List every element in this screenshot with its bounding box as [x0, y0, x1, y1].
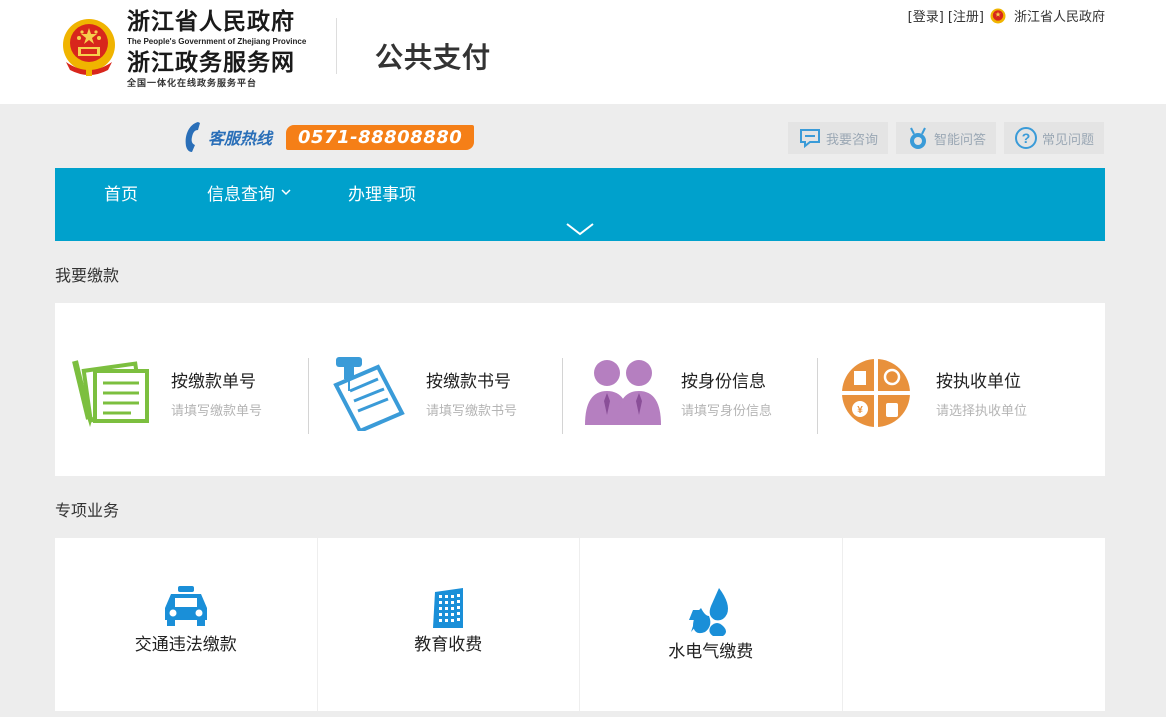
- option-divider: [562, 358, 563, 434]
- pay-by-bill-number-title: 按缴款单号: [171, 372, 256, 392]
- chat-icon: [799, 129, 820, 149]
- header: 浙江省人民政府 The People's Government of Zheji…: [0, 0, 1166, 104]
- special-services: 交通违法缴款 教育收费 水电气缴费: [55, 538, 1105, 711]
- portal-slogan: 全国一体化在线政务服务平台: [127, 79, 258, 89]
- option-divider: [817, 358, 818, 434]
- robot-icon: [909, 127, 926, 149]
- gov-name-cn: 浙江省人民政府: [127, 8, 295, 35]
- consult-button[interactable]: 我要咨询: [787, 122, 888, 154]
- portal-name: 浙江政务服务网: [127, 49, 295, 76]
- consult-label: 我要咨询: [825, 132, 878, 148]
- pay-by-identity-title: 按身份信息: [681, 372, 766, 392]
- education-fee-label: 教育收费: [414, 635, 483, 655]
- nav-home-label: 首页: [104, 185, 138, 205]
- utilities-payment[interactable]: 水电气缴费: [580, 538, 843, 711]
- payment-section-title: 我要缴款: [55, 266, 120, 285]
- help-links: 我要咨询 智能问答 ? 常见问题: [780, 122, 1104, 154]
- faq-label: 常见问题: [1041, 132, 1094, 148]
- region-link[interactable]: 浙江省人民政府: [1014, 6, 1105, 25]
- phone-icon: [185, 122, 200, 152]
- top-links: [登录] [注册] 浙江省人民政府: [904, 6, 1105, 25]
- pinned-document-icon: [333, 357, 405, 431]
- utilities-icon: [688, 588, 728, 636]
- national-emblem-icon[interactable]: [60, 16, 118, 78]
- pay-by-identity[interactable]: 按身份信息 请填写身份信息: [581, 353, 772, 433]
- pay-by-notice-number-title: 按缴款书号: [426, 372, 511, 392]
- header-divider: [336, 18, 337, 74]
- hotline-number: 0571-88808880: [286, 124, 475, 150]
- svg-text:¥: ¥: [857, 405, 863, 416]
- traffic-fine-label: 交通违法缴款: [134, 635, 237, 655]
- pay-by-notice-number-hint: 请填写缴款书号: [426, 404, 518, 419]
- site-title: 公共支付: [375, 41, 492, 74]
- portal-brand[interactable]: 浙江省人民政府 The People's Government of Zheji…: [127, 8, 327, 90]
- pay-by-collecting-agency-hint: 请选择执收单位: [936, 404, 1028, 419]
- pay-by-notice-number[interactable]: 按缴款书号 请填写缴款书号: [326, 353, 517, 433]
- emblem-icon: [990, 8, 1006, 23]
- smart-qa-label: 智能问答: [933, 132, 986, 148]
- hotline: 客服热线 0571-88808880: [180, 118, 475, 156]
- chevron-down-icon: [281, 189, 291, 196]
- login-link[interactable]: [登录]: [908, 6, 944, 25]
- faq-button[interactable]: ? 常见问题: [1003, 122, 1104, 154]
- pay-by-bill-number[interactable]: 按缴款单号 请填写缴款单号: [71, 353, 262, 433]
- education-fee-payment[interactable]: 教育收费: [318, 538, 580, 711]
- nav-services[interactable]: 办理事项: [348, 180, 416, 205]
- pay-by-identity-hint: 请填写身份信息: [681, 404, 773, 419]
- nav-services-label: 办理事项: [348, 185, 416, 205]
- taxi-icon: [164, 586, 207, 626]
- nav-home[interactable]: 首页: [104, 180, 138, 205]
- people-icon: [585, 360, 661, 425]
- pay-by-collecting-agency-title: 按执收单位: [936, 372, 1021, 392]
- nav-info-query[interactable]: 信息查询: [207, 180, 291, 205]
- traffic-fine-payment[interactable]: 交通违法缴款: [55, 538, 318, 711]
- nav-info-query-label: 信息查询: [207, 185, 275, 205]
- pay-by-bill-number-hint: 请填写缴款单号: [171, 404, 263, 419]
- hotline-label: 客服热线: [208, 129, 273, 148]
- option-divider: [308, 358, 309, 434]
- utilities-label: 水电气缴费: [668, 642, 754, 662]
- receipt-icon: [72, 360, 149, 427]
- svg-text:?: ?: [1022, 130, 1031, 146]
- expand-chevron-icon[interactable]: [565, 222, 595, 236]
- question-icon: ?: [1014, 127, 1037, 149]
- main-nav: 首页 信息查询 办理事项: [55, 168, 1105, 241]
- special-section-title: 专项业务: [55, 501, 120, 520]
- gov-name-en: The People's Government of Zhejiang Prov…: [127, 37, 307, 46]
- empty-service-slot: [843, 538, 1106, 711]
- smart-qa-button[interactable]: 智能问答: [895, 122, 996, 154]
- building-icon: [433, 588, 464, 628]
- register-link[interactable]: [注册]: [948, 6, 984, 25]
- pay-by-collecting-agency[interactable]: ¥ 按执收单位 请选择执收单位: [836, 353, 1027, 433]
- agency-grid-icon: ¥: [842, 359, 910, 427]
- payment-options: 按缴款单号 请填写缴款单号 按缴款书号 请填写缴款书号 按身份信息 请填写身份信…: [55, 303, 1105, 476]
